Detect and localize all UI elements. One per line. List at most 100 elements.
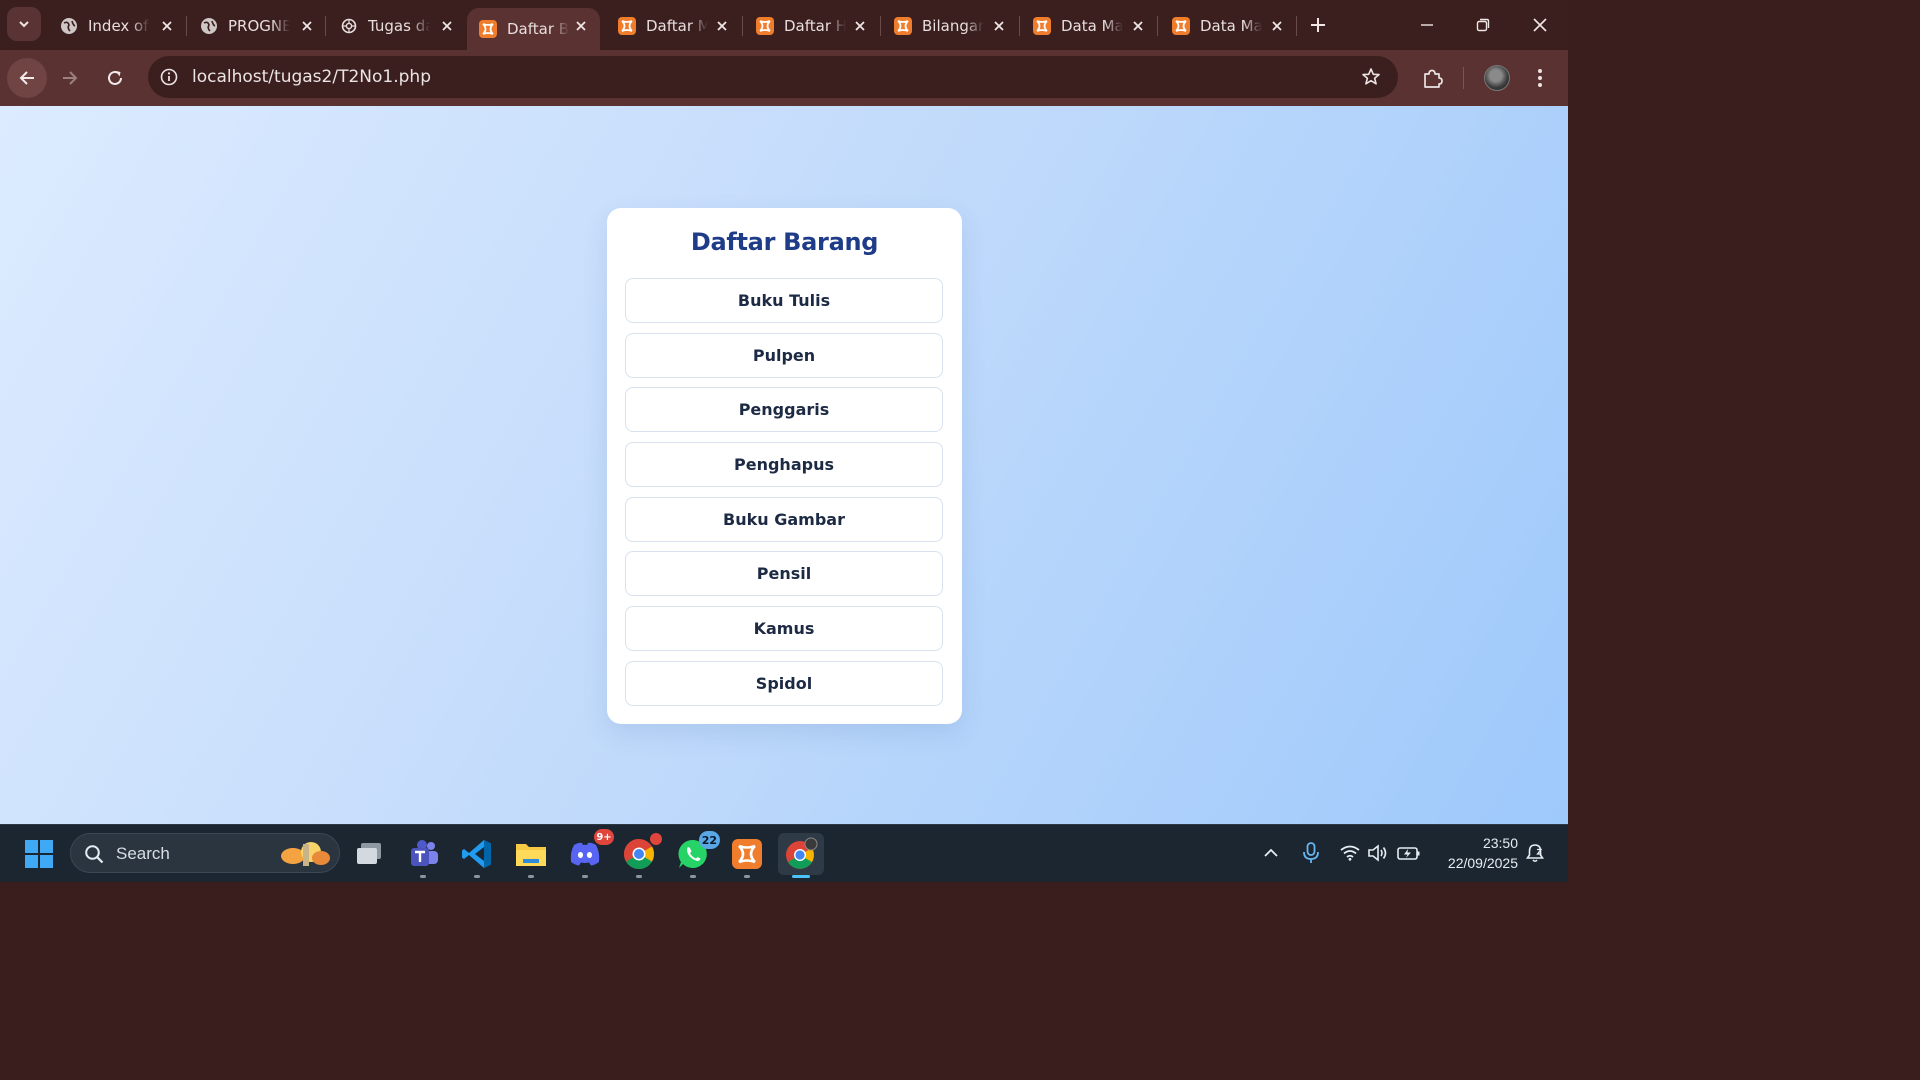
notifications-button[interactable]	[1521, 839, 1549, 867]
search-icon	[83, 843, 105, 865]
tab-data-mahasiswa-2[interactable]: Data Mahasiswa	[1160, 8, 1296, 44]
tab-search-button[interactable]	[7, 7, 41, 41]
tab-separator	[1157, 16, 1158, 36]
close-icon[interactable]	[1129, 17, 1147, 35]
arrow-left-icon	[19, 71, 34, 85]
speaker-icon	[1368, 844, 1387, 862]
file-explorer-icon	[516, 844, 546, 866]
taskbar-app-whatsapp[interactable]: 22	[672, 831, 720, 878]
back-button[interactable]	[7, 58, 47, 98]
chevron-down-icon	[19, 21, 29, 28]
tab-index-of[interactable]: Index of /	[48, 8, 186, 44]
tab-separator	[1296, 16, 1297, 36]
item-list-card: Daftar Barang Buku Tulis Pulpen Penggari…	[607, 208, 962, 724]
taskbar-app-explorer[interactable]	[510, 833, 552, 878]
taskbar-app-teams[interactable]	[402, 833, 444, 878]
window-close-button[interactable]	[1525, 10, 1555, 40]
tab-data-mahasiswa-1[interactable]: Data Mahasiswa	[1021, 8, 1157, 44]
tab-separator	[186, 16, 187, 36]
vscode-icon	[462, 840, 491, 868]
taskbar-app-chrome-profile[interactable]	[778, 833, 824, 878]
menu-button[interactable]	[1520, 58, 1560, 98]
new-tab-button[interactable]	[1305, 12, 1331, 38]
close-icon[interactable]	[438, 17, 456, 35]
tab-separator	[880, 16, 881, 36]
search-highlight-icon	[281, 842, 330, 866]
list-item: Pensil	[625, 551, 943, 597]
bookmark-star-icon[interactable]	[1360, 66, 1382, 88]
search-label: Search	[116, 844, 170, 863]
taskbar-app-vscode[interactable]	[456, 833, 498, 878]
list-item: Penggaris	[625, 387, 943, 433]
wifi-status[interactable]	[1336, 839, 1364, 867]
taskbar-search[interactable]: Search	[70, 833, 340, 873]
extensions-button[interactable]	[1412, 58, 1452, 98]
list-item: Pulpen	[625, 332, 943, 378]
tab-title: Index of /	[88, 17, 150, 35]
taskbar-app-discord[interactable]: 9+	[564, 829, 614, 878]
microphone-icon	[1303, 842, 1319, 863]
close-icon[interactable]	[298, 17, 316, 35]
minimize-button[interactable]	[1412, 10, 1442, 40]
minimize-icon	[1421, 24, 1433, 26]
close-icon[interactable]	[851, 17, 869, 35]
chrome-profile-icon	[786, 837, 818, 869]
tab-title: PROGNET	[228, 17, 290, 35]
active-indicator	[792, 875, 810, 878]
list-item: Spidol	[625, 660, 943, 706]
running-indicator	[474, 875, 480, 878]
taskbar-app-xampp[interactable]	[726, 833, 768, 878]
plus-icon	[1311, 18, 1325, 32]
item-list: Buku Tulis Pulpen Penggaris Penghapus Bu…	[625, 278, 943, 716]
running-indicator	[636, 875, 642, 878]
taskbar-clock[interactable]: 23:50 22/09/2025	[1430, 833, 1518, 873]
tab-title: Daftar Barang	[507, 20, 569, 38]
show-hidden-icons-button[interactable]	[1257, 839, 1285, 867]
close-icon[interactable]	[572, 17, 590, 35]
globe-icon	[60, 17, 78, 35]
reload-button[interactable]	[95, 58, 135, 98]
xampp-icon	[479, 20, 497, 38]
taskbar-app-chrome[interactable]	[618, 833, 662, 878]
close-icon[interactable]	[990, 17, 1008, 35]
task-view-button[interactable]	[348, 833, 390, 875]
tab-daftar-harga[interactable]: Daftar Harga	[744, 8, 879, 44]
close-icon[interactable]	[713, 17, 731, 35]
openai-icon	[340, 17, 358, 35]
tab-title: Tugas dari	[368, 17, 430, 35]
notification-badge: 9+	[594, 829, 614, 845]
close-icon[interactable]	[1268, 17, 1286, 35]
teams-icon	[411, 840, 438, 866]
chrome-icon	[623, 839, 655, 870]
notification-bell-icon	[1526, 844, 1544, 863]
clock-time: 23:50	[1482, 835, 1518, 851]
arrow-right-icon	[63, 71, 78, 85]
tab-bilangan[interactable]: Bilangan	[882, 8, 1018, 44]
close-icon[interactable]	[158, 17, 176, 35]
volume-status[interactable]	[1364, 839, 1392, 867]
xampp-icon	[894, 17, 912, 35]
address-bar[interactable]: localhost/tugas2/T2No1.php	[148, 56, 1398, 98]
microphone-button[interactable]	[1297, 839, 1325, 867]
list-item: Buku Gambar	[625, 496, 943, 542]
profile-avatar[interactable]	[1484, 65, 1510, 91]
running-indicator	[690, 875, 696, 878]
tab-prognet[interactable]: PROGNET	[188, 8, 326, 44]
site-info-icon[interactable]	[158, 66, 180, 88]
windows-icon	[25, 840, 53, 868]
start-button[interactable]	[18, 833, 60, 875]
tab-daftar-barang[interactable]: Daftar Barang	[467, 8, 600, 50]
xampp-icon	[1172, 17, 1190, 35]
tab-tugas[interactable]: Tugas dari	[328, 8, 466, 44]
url-text[interactable]: localhost/tugas2/T2No1.php	[192, 56, 431, 98]
tab-title: Daftar Mahasiswa	[646, 17, 708, 35]
running-indicator	[528, 875, 534, 878]
wifi-icon	[1340, 845, 1360, 861]
toolbar-separator	[1463, 67, 1464, 89]
battery-status[interactable]	[1395, 839, 1423, 867]
taskbar: Search 9+ 22 23:50 22/09/2025	[0, 824, 1568, 882]
restore-icon	[1476, 18, 1490, 32]
forward-button[interactable]	[50, 58, 90, 98]
tab-daftar-mahasiswa[interactable]: Daftar Mahasiswa	[606, 8, 741, 44]
restore-button[interactable]	[1468, 10, 1498, 40]
